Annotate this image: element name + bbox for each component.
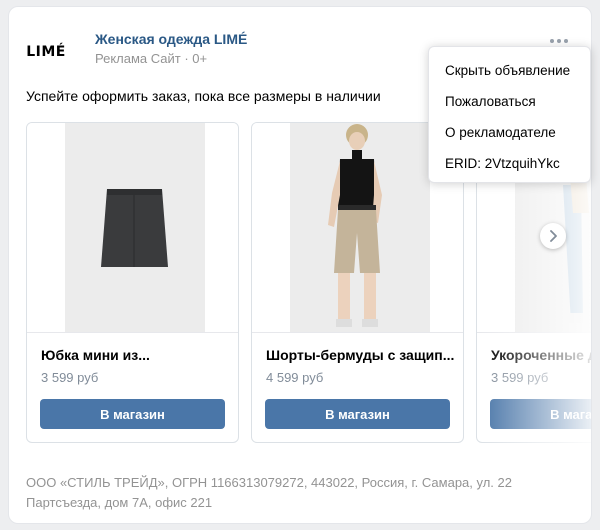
shop-button[interactable]: В магазин — [490, 399, 591, 429]
product-title[interactable]: Шорты-бермуды с защип... — [266, 347, 454, 363]
post-meta: Реклама Сайт · 0+ — [95, 51, 208, 66]
product-price: 3 599 руб — [41, 370, 99, 385]
post-text: Успейте оформить заказ, пока все размеры… — [26, 88, 381, 104]
context-menu: Скрыть объявление Пожаловаться О рекламо… — [428, 46, 591, 183]
product-title[interactable]: Укороченные д — [491, 347, 591, 363]
advertiser-info: ООО «СТИЛЬ ТРЕЙД», ОГРН 1166313079272, 4… — [26, 475, 512, 510]
menu-item-hide-ad[interactable]: Скрыть объявление — [429, 55, 590, 86]
menu-item-report[interactable]: Пожаловаться — [429, 86, 590, 117]
brand-logo[interactable]: LIMÉ — [21, 27, 71, 77]
product-title[interactable]: Юбка мини из... — [41, 347, 150, 363]
shop-button[interactable]: В магазин — [40, 399, 225, 429]
product-card[interactable]: Юбка мини из... 3 599 руб В магазин — [26, 122, 239, 443]
menu-item-about-advertiser[interactable]: О рекламодателе — [429, 117, 590, 148]
chevron-right-icon[interactable] — [540, 223, 566, 249]
product-image-skirt[interactable] — [27, 123, 238, 333]
shop-button[interactable]: В магазин — [265, 399, 450, 429]
product-price: 3 599 руб — [491, 370, 549, 385]
menu-item-erid[interactable]: ERID: 2VtzquihYkc — [429, 148, 590, 179]
author-link[interactable]: Женская одежда LIMÉ — [95, 31, 247, 47]
product-price: 4 599 руб — [266, 370, 324, 385]
